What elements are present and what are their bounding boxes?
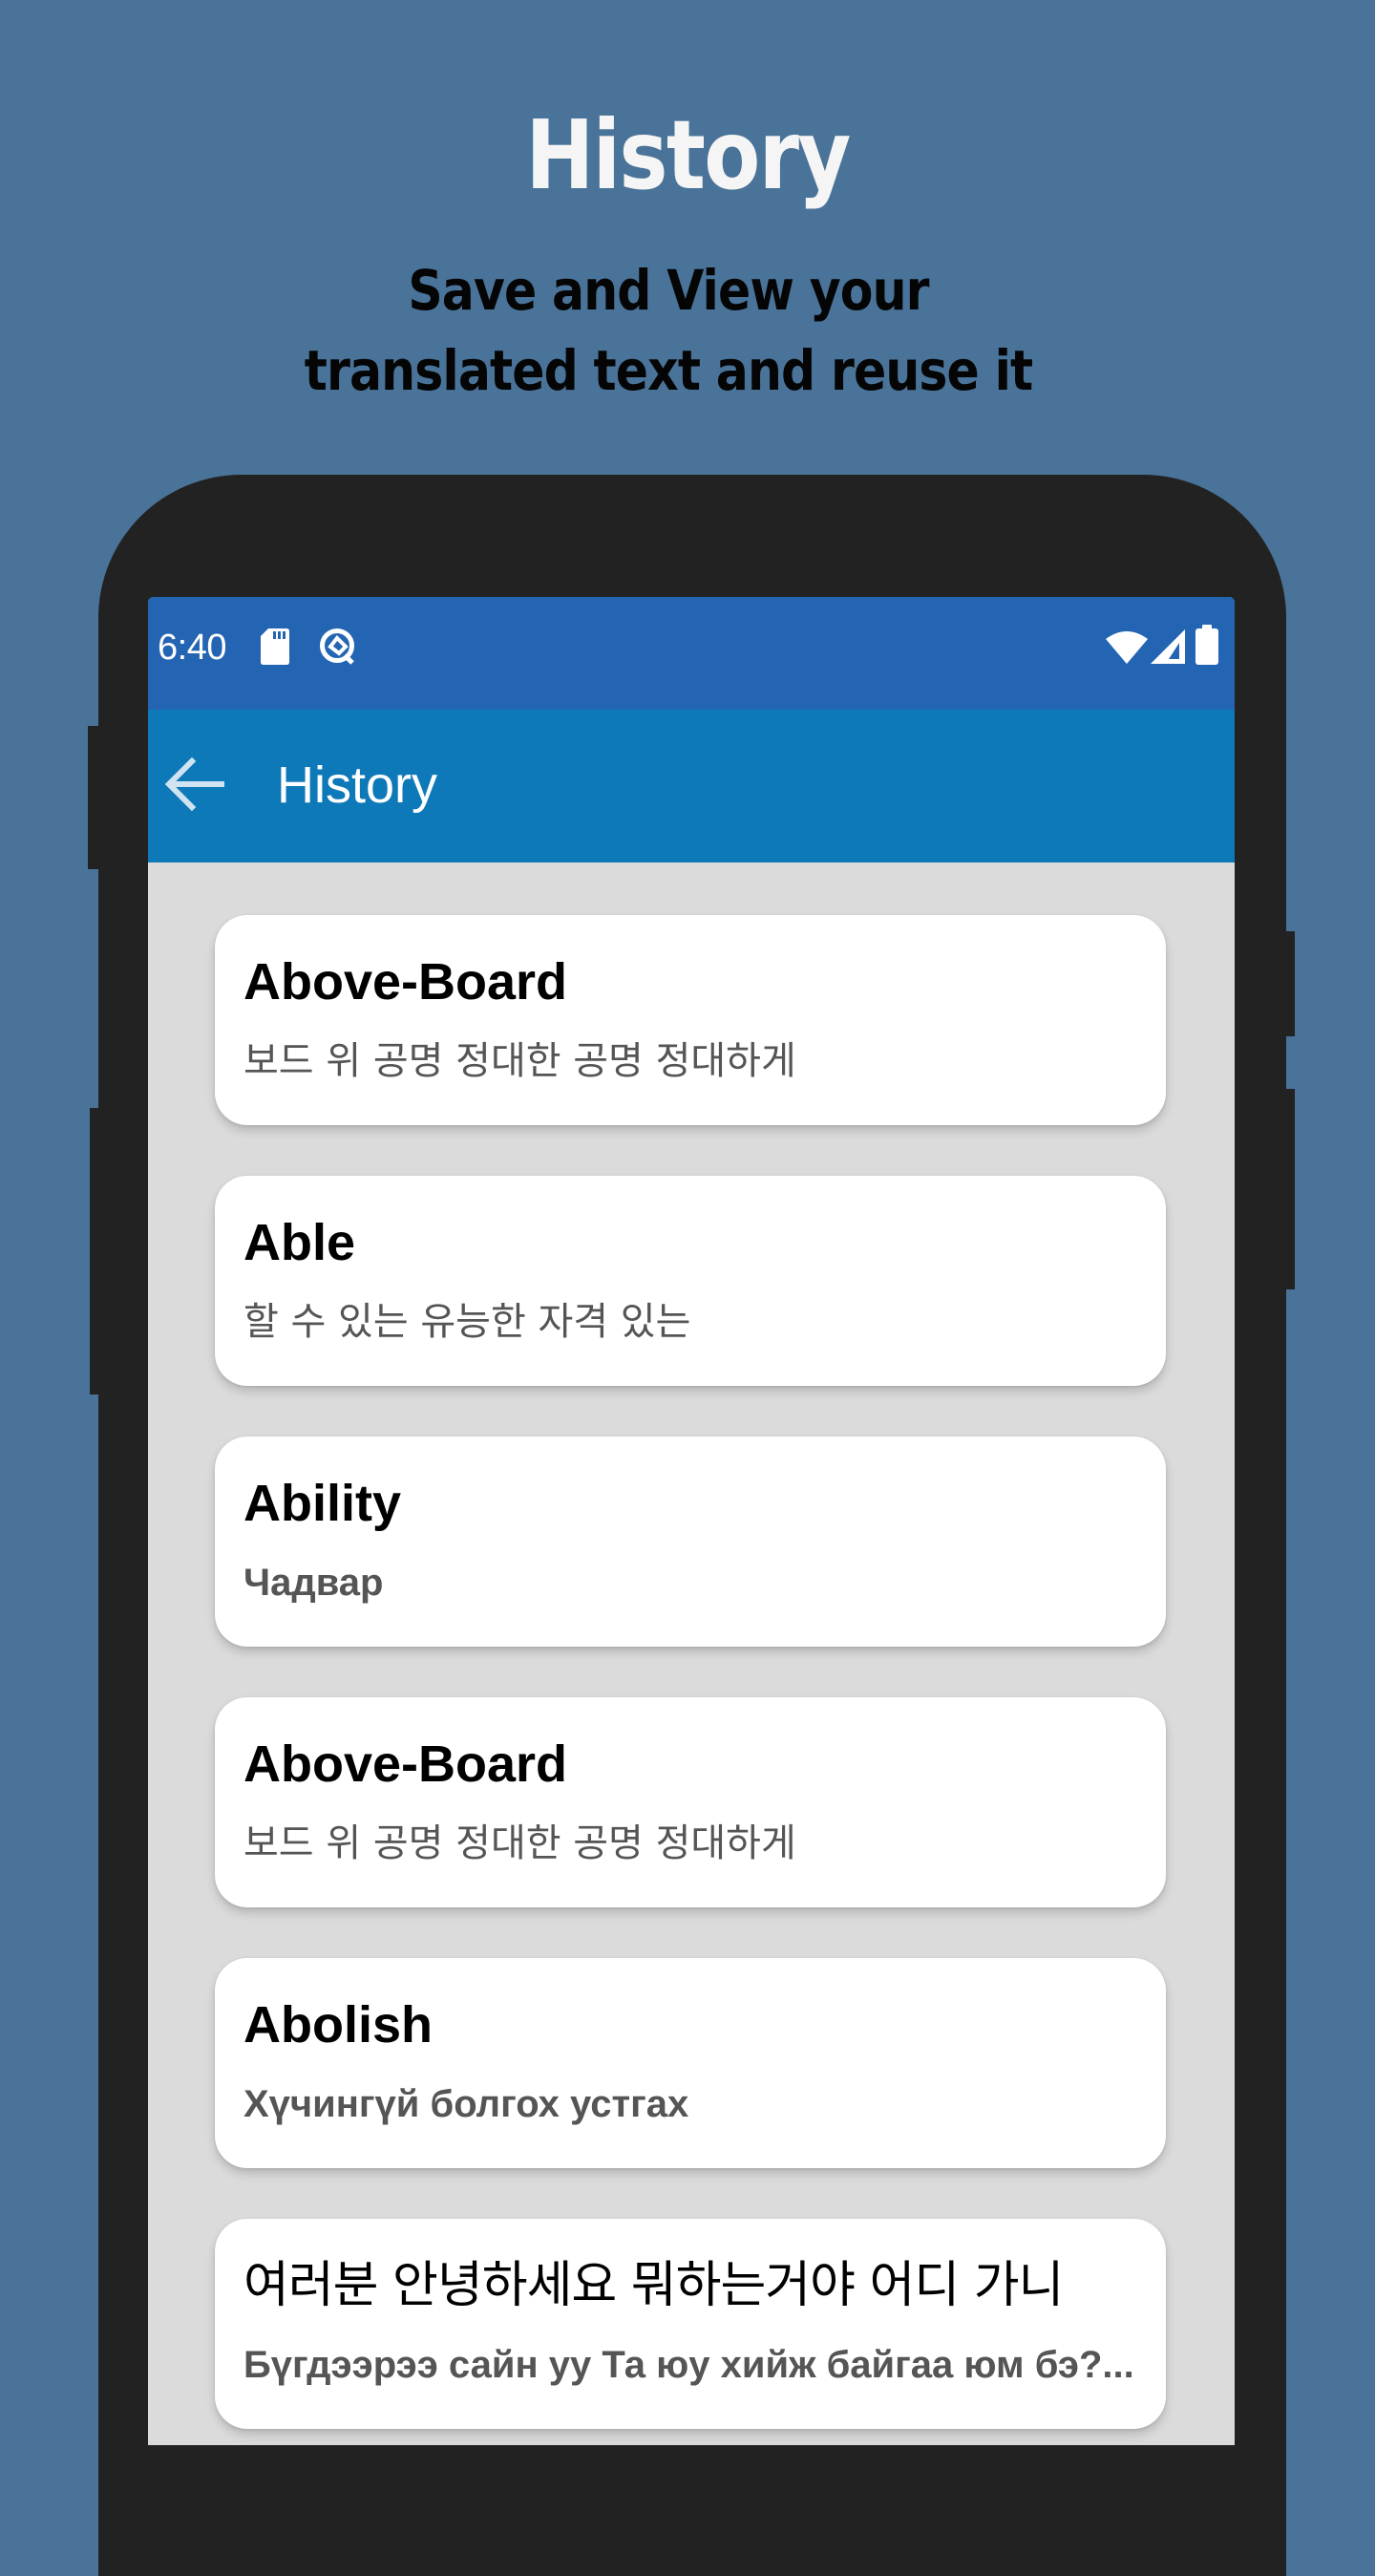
history-item-translation: 보드 위 공명 정대한 공명 정대하게 [243, 1039, 796, 1083]
history-item-translation: 할 수 있는 유능한 자격 있는 [243, 1300, 691, 1344]
history-item-translation: Чадвар [243, 1562, 384, 1604]
history-item[interactable]: Above-Board 보드 위 공명 정대한 공명 정대하게 [215, 1697, 1166, 1907]
history-list: Above-Board 보드 위 공명 정대한 공명 정대하게 Able 할 수… [215, 915, 1166, 2445]
battery-icon [1195, 625, 1218, 670]
history-item-word: Abolish [243, 1996, 433, 2054]
history-item-translation: Хүчингүй болгох устгах [243, 2083, 689, 2125]
history-item[interactable]: Able 할 수 있는 유능한 자격 있는 [215, 1176, 1166, 1386]
sd-card-icon [261, 628, 289, 670]
status-bar: 6:40 [148, 597, 1235, 710]
history-item-word: 여러분 안녕하세요 뭐하는거야 어디 가니 [243, 2257, 1064, 2314]
history-item[interactable]: Abolish Хүчингүй болгох устгах [215, 1958, 1166, 2168]
data-saver-icon [318, 627, 358, 671]
history-item-word: Above-Board [243, 953, 568, 1011]
status-time: 6:40 [158, 628, 226, 668]
history-item[interactable]: Above-Board 보드 위 공명 정대한 공명 정대하게 [215, 915, 1166, 1125]
history-item-word: Able [243, 1214, 356, 1271]
history-item-word: Ability [243, 1475, 402, 1532]
cell-signal-icon [1151, 629, 1185, 669]
history-item-translation: 보드 위 공명 정대한 공명 정대하게 [243, 1821, 796, 1865]
promo-subtitle: Save and View your translated text and r… [304, 258, 1033, 403]
promo-title: History [525, 99, 851, 211]
history-item[interactable]: 여러분 안녕하세요 뭐하는거야 어디 가니 Бүгдээрээ сайн уу … [215, 2219, 1166, 2429]
app-bar-title: History [277, 756, 438, 814]
wifi-icon [1106, 629, 1148, 669]
arrow-back-icon [163, 756, 225, 818]
history-item-translation: Бүгдээрээ сайн уу Та юу хийж байгаа юм б… [243, 2344, 1134, 2386]
history-item-word: Above-Board [243, 1735, 568, 1793]
back-button[interactable] [156, 748, 232, 824]
history-item[interactable]: Ability Чадвар [215, 1437, 1166, 1647]
phone-screen: 6:40 History Above-Board 보드 위 공명 정대한 공명 … [148, 597, 1235, 2445]
app-bar: History [148, 710, 1235, 862]
